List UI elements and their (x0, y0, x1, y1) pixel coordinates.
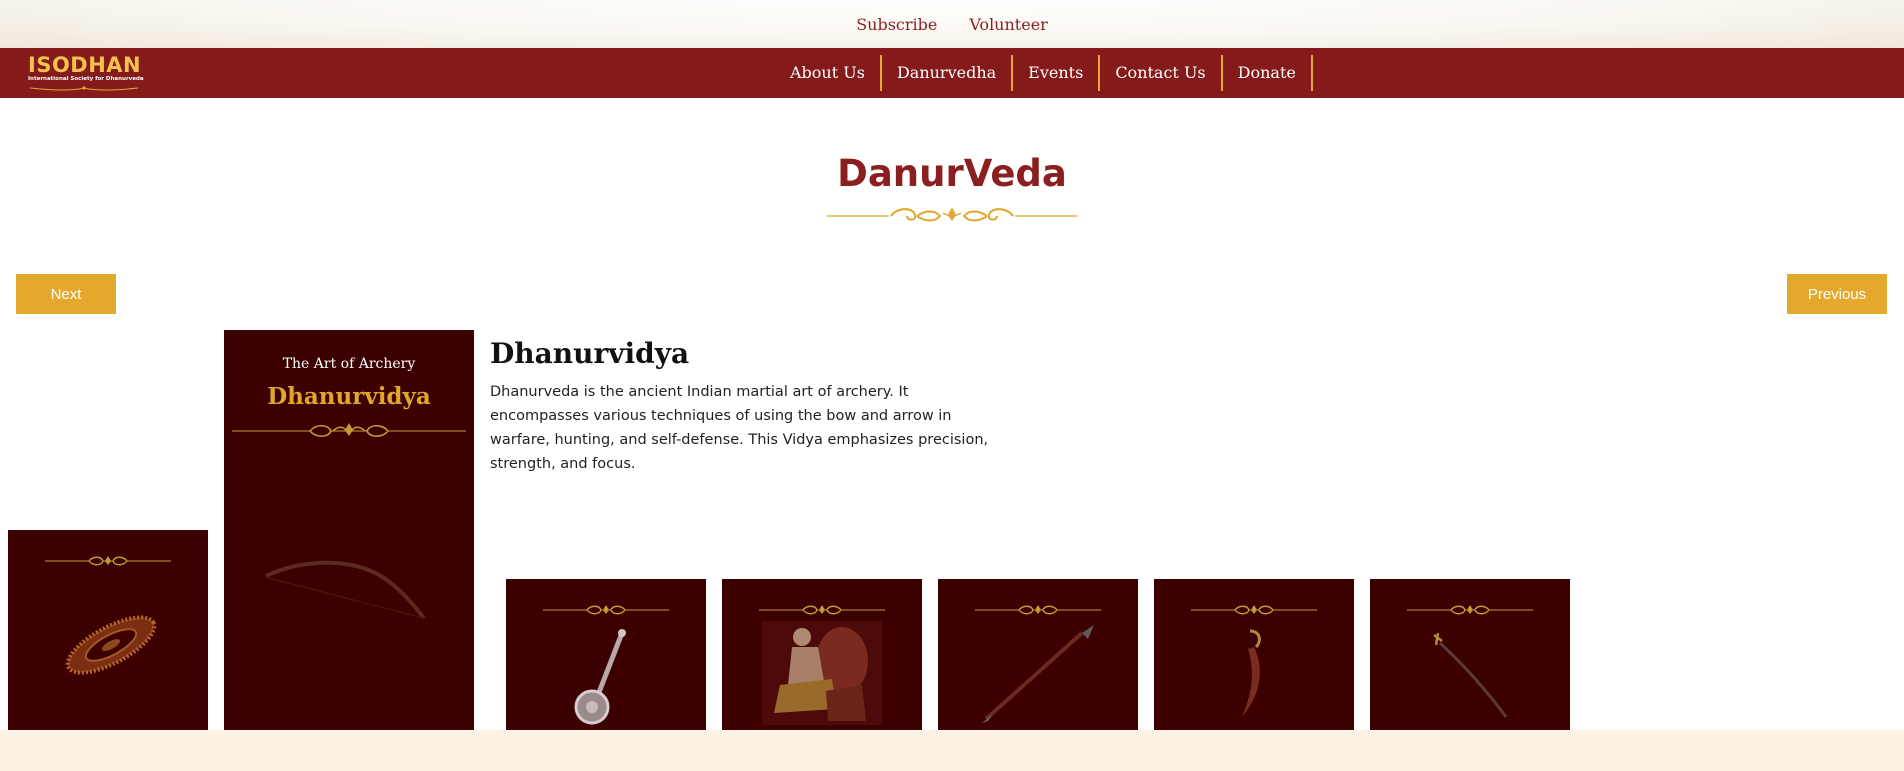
card-ornament-icon (543, 605, 669, 615)
carousel-card-dagger[interactable] (1154, 579, 1354, 730)
page-title: DanurVeda (837, 152, 1067, 195)
isodhan-logo[interactable]: ISODHAN International Society for Dhanur… (28, 53, 144, 92)
featured-ornament-icon (232, 423, 466, 438)
top-utility-bar: Subscribe Volunteer (0, 0, 1904, 48)
main-navbar: ISODHAN International Society for Dhanur… (0, 48, 1904, 98)
featured-heading: Dhanurvidya (490, 337, 690, 370)
carousel-card-mace[interactable] (506, 579, 706, 730)
carousel-card-sword[interactable] (1370, 579, 1570, 730)
dagger-icon (1242, 629, 1261, 717)
primary-nav: About Us Danurvedha Events Contact Us Do… (782, 55, 1313, 91)
title-divider-ornament-icon (827, 207, 1077, 222)
card-ornament-icon (1191, 605, 1317, 615)
wrestlers-image (762, 621, 882, 725)
next-button[interactable]: Next (16, 274, 116, 314)
carousel-card-chakram[interactable] (8, 530, 208, 730)
chakram-icon (65, 615, 157, 675)
card-ornament-icon (45, 556, 171, 566)
subscribe-link[interactable]: Subscribe (856, 15, 937, 34)
featured-description: Dhanurveda is the ancient Indian martial… (490, 384, 989, 472)
carousel-card-spear[interactable] (938, 579, 1138, 730)
nav-about-us[interactable]: About Us (782, 55, 882, 91)
logo-tagline: International Society for Dhanurveda (28, 76, 144, 82)
card-ornament-icon (975, 605, 1101, 615)
bow-icon (265, 560, 426, 620)
card-ornament-icon (759, 605, 885, 615)
card-ornament-icon (1407, 605, 1533, 615)
nav-contact-us[interactable]: Contact Us (1100, 55, 1223, 91)
footer-strip (0, 730, 1904, 771)
spear-icon (982, 625, 1094, 723)
sword-icon (1433, 632, 1508, 718)
featured-card-subtitle: The Art of Archery (282, 356, 416, 372)
mace-icon (574, 629, 626, 725)
featured-card-title: Dhanurvidya (267, 383, 431, 410)
nav-donate[interactable]: Donate (1223, 55, 1313, 91)
featured-card-dhanurvidya[interactable]: The Art of Archery Dhanurvidya (224, 330, 474, 731)
nav-events[interactable]: Events (1013, 55, 1101, 91)
volunteer-link[interactable]: Volunteer (969, 15, 1047, 34)
logo-ornament-icon (29, 86, 139, 91)
previous-button[interactable]: Previous (1787, 274, 1887, 314)
logo-wordmark: ISODHAN (28, 53, 142, 77)
nav-danurvedha[interactable]: Danurvedha (882, 55, 1014, 91)
carousel-card-wrestling[interactable] (722, 579, 922, 730)
